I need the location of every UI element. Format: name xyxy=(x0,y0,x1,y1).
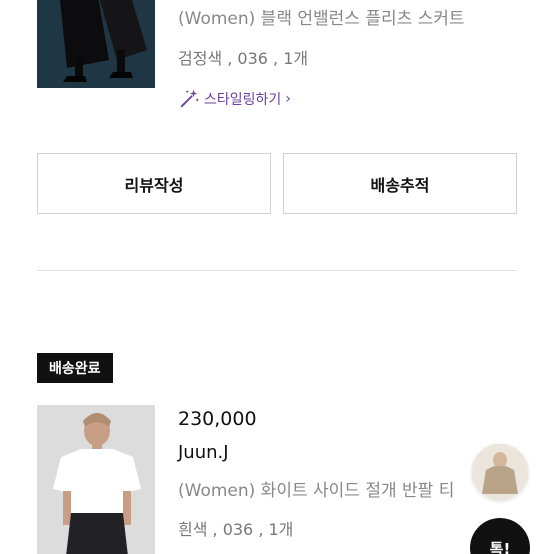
product-price: 230,000 xyxy=(178,408,257,430)
track-shipment-button[interactable]: 배송추적 xyxy=(283,153,517,214)
magic-wand-icon xyxy=(180,89,200,108)
product-brand[interactable]: Juun.J xyxy=(178,442,229,463)
status-badge: 배송완료 xyxy=(37,353,113,383)
sweater-thumbnail-illustration xyxy=(472,444,528,500)
section-divider xyxy=(37,270,517,271)
product-image-skirt[interactable] xyxy=(37,0,155,88)
styling-link[interactable]: 스타일링하기 › xyxy=(178,88,291,110)
product-options: 흰색 , 036 , 1개 xyxy=(178,520,294,539)
write-review-button[interactable]: 리뷰작성 xyxy=(37,153,271,214)
tshirt-photo-illustration xyxy=(37,405,155,554)
styling-link-label: 스타일링하기 xyxy=(204,92,282,108)
chat-button[interactable]: 톡! xyxy=(470,518,530,554)
skirt-photo-illustration xyxy=(37,0,155,88)
product-name[interactable]: (Women) 화이트 사이드 절개 반팔 티 xyxy=(178,476,478,501)
chevron-right-icon: › xyxy=(285,91,291,107)
floating-product-avatar[interactable] xyxy=(472,444,528,500)
product-options: 검정색 , 036 , 1개 xyxy=(178,49,309,68)
product-image-tshirt[interactable] xyxy=(37,405,155,554)
product-name[interactable]: (Women) 블랙 언밸런스 플리츠 스커트 xyxy=(178,4,465,29)
